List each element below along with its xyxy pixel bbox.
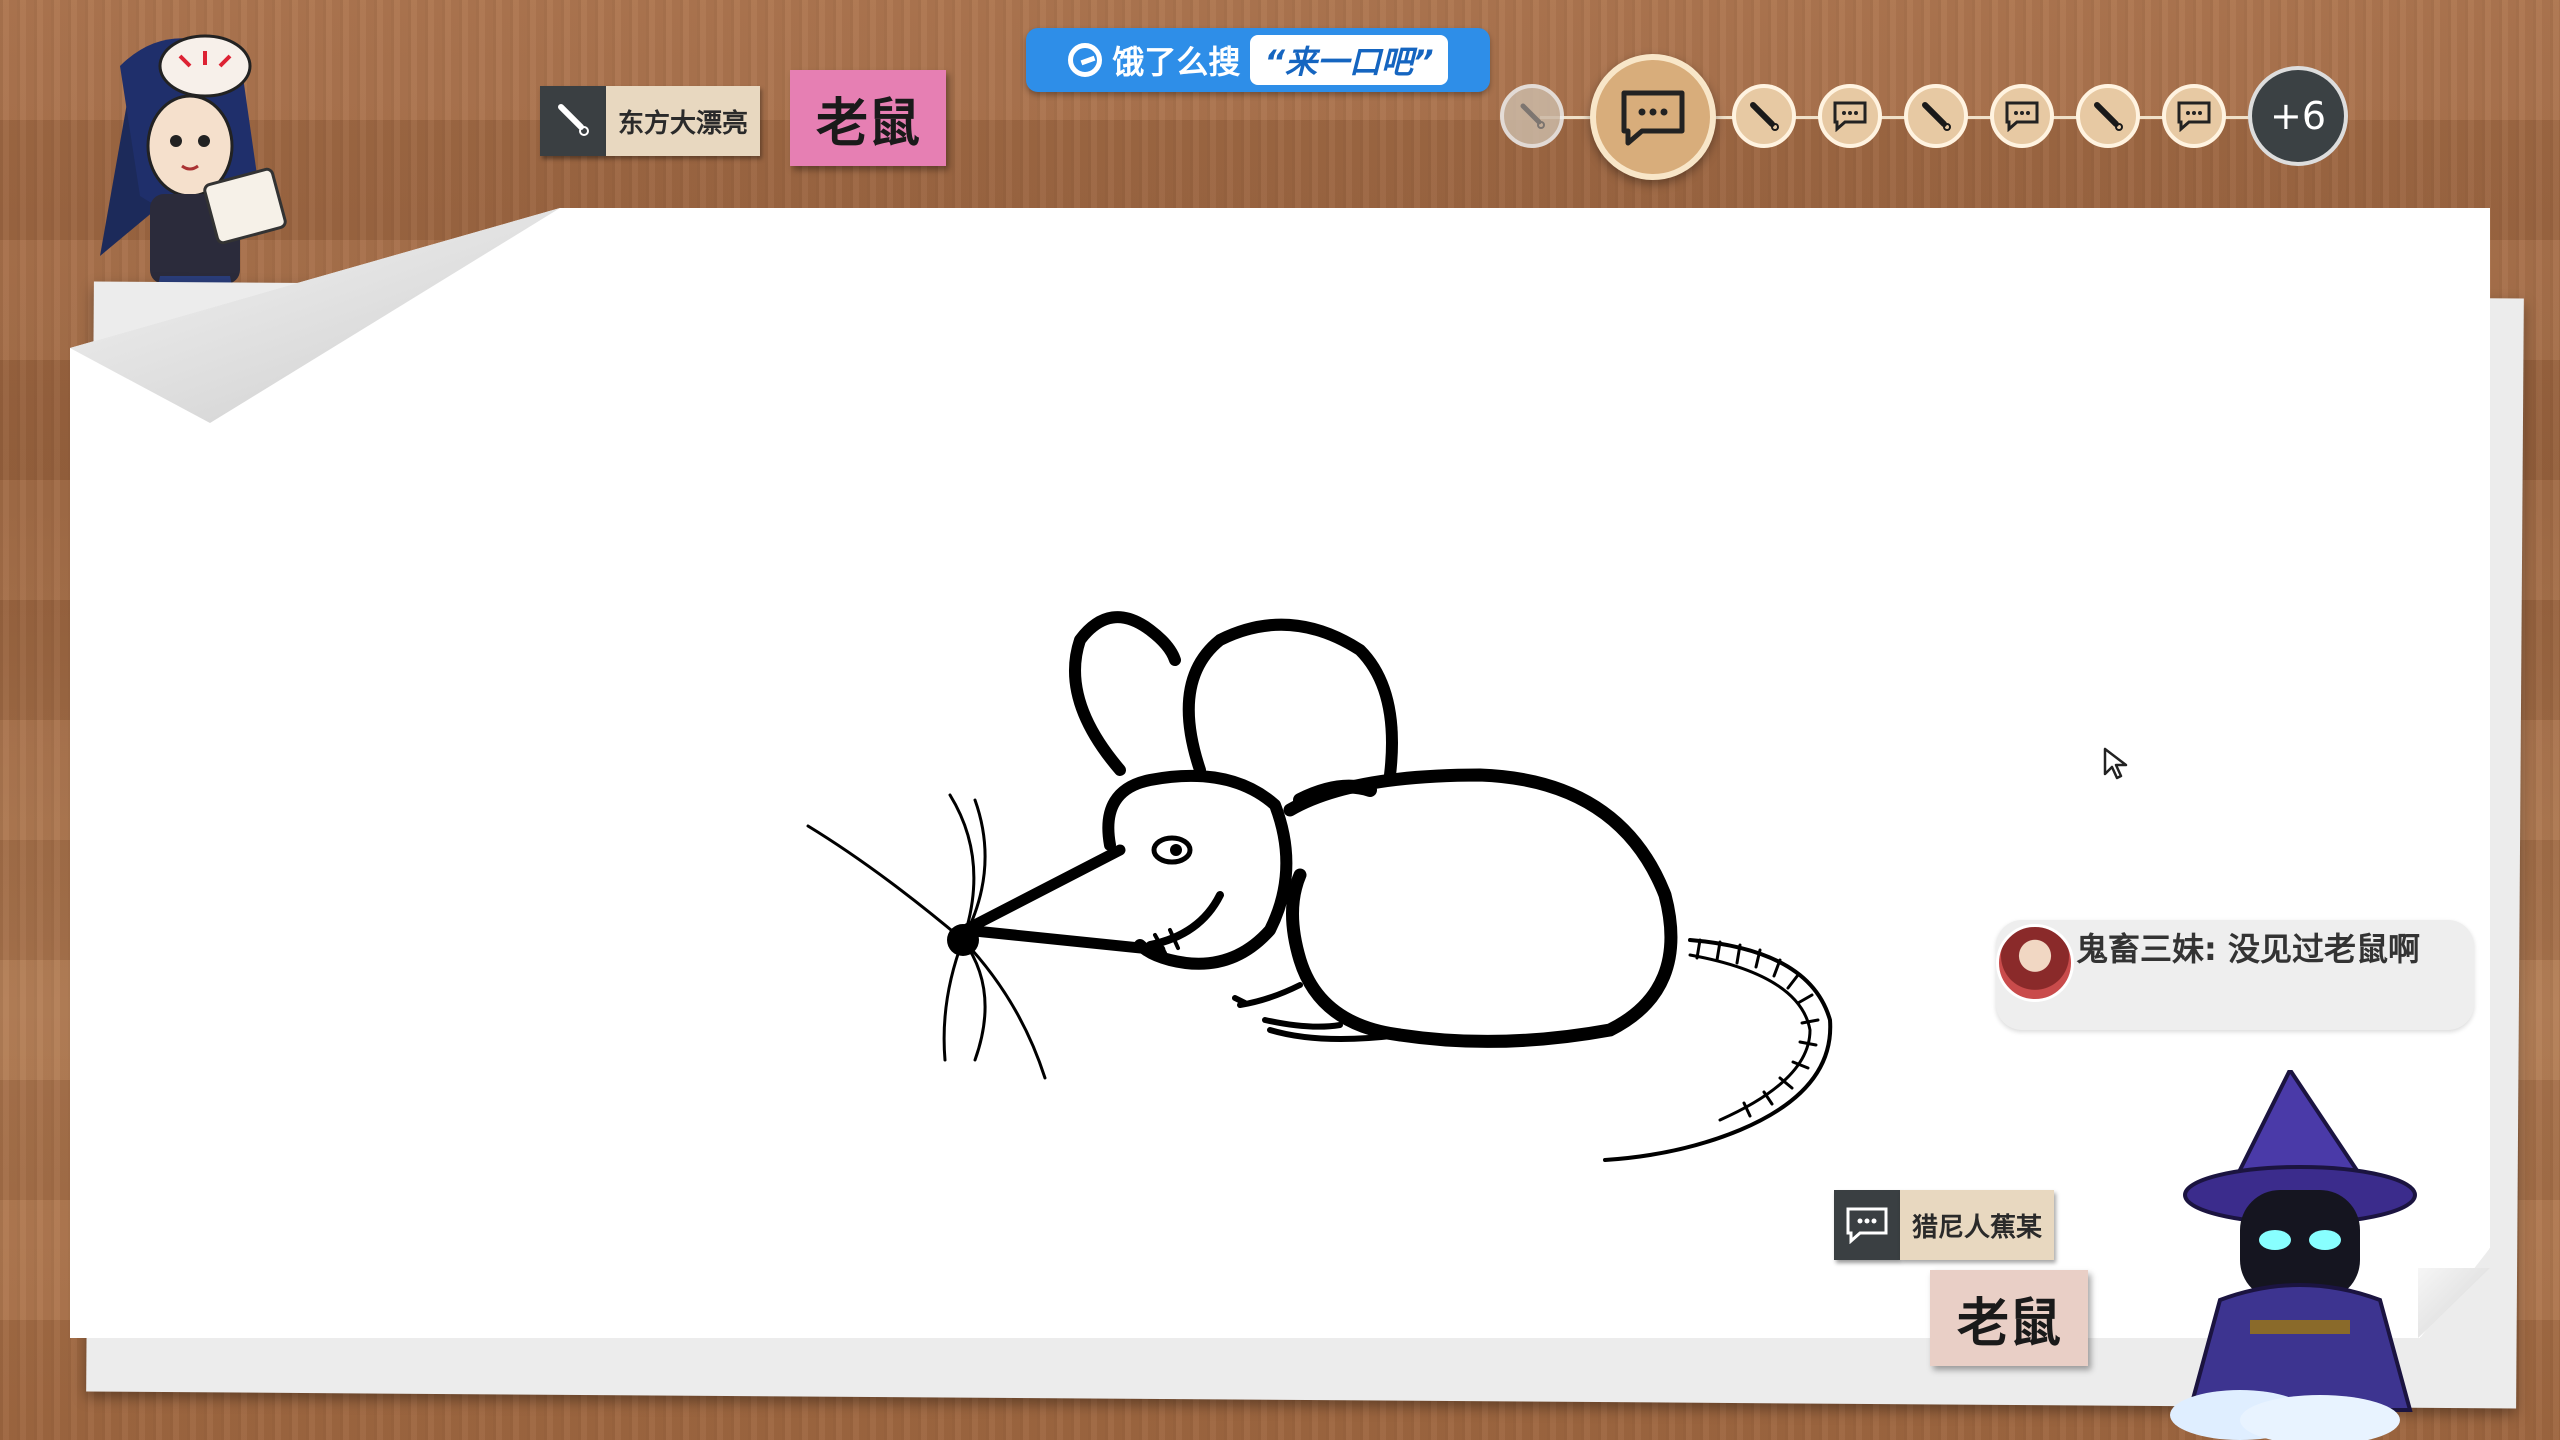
chat-icon xyxy=(2005,101,2039,132)
chat-icon xyxy=(1621,90,1685,146)
chat-icon xyxy=(1846,1207,1888,1244)
cursor-icon xyxy=(2103,747,2128,780)
player-node-brush[interactable] xyxy=(1904,84,1968,148)
brush-icon xyxy=(558,104,589,136)
ad-banner[interactable]: 饿了么搜 “来一口吧” xyxy=(1026,28,1490,92)
drawer-name: 东方大漂亮 xyxy=(606,86,761,156)
drawer-role-badge xyxy=(540,86,606,156)
eleme-logo-icon xyxy=(1068,43,1103,77)
player-node-chat[interactable] xyxy=(2162,84,2226,148)
chat-avatar xyxy=(1996,924,2074,1002)
more-players-button[interactable]: +6 xyxy=(2248,66,2348,166)
player-node-chat[interactable] xyxy=(1990,84,2054,148)
chat-message-content: 没见过老鼠啊 xyxy=(2227,930,2420,968)
guesser-character-avatar xyxy=(2170,1070,2417,1440)
player-turn-row: +6 xyxy=(1500,54,2360,180)
ad-brand-text: 饿了么搜 xyxy=(1112,43,1241,81)
chat-message-text: 鬼畜三妹: 没见过老鼠啊 xyxy=(2076,930,2456,968)
drawer-answer-word: 老鼠 xyxy=(790,70,946,166)
chat-message-bubble: 鬼畜三妹: 没见过老鼠啊 xyxy=(1996,920,2474,1030)
player-node-brush[interactable] xyxy=(1732,84,1796,148)
player-node-brush[interactable] xyxy=(2076,84,2140,148)
guesser-role-badge xyxy=(1834,1190,1900,1260)
guesser-answer-word: 老鼠 xyxy=(1930,1270,2088,1366)
player-node-chat[interactable] xyxy=(1818,84,1882,148)
chat-separator: : xyxy=(2204,930,2228,968)
ad-quote-text: “来一口吧” xyxy=(1250,35,1448,85)
chat-speaker-name: 鬼畜三妹 xyxy=(2076,930,2205,968)
chat-icon xyxy=(1833,101,1867,132)
brush-icon xyxy=(1922,102,1951,131)
guesser-name: 猎尼人蕉某 xyxy=(1900,1190,2055,1260)
player-node-current-chat[interactable] xyxy=(1590,54,1716,180)
brush-icon xyxy=(1520,103,1545,129)
brush-icon xyxy=(1750,102,1779,131)
chat-icon xyxy=(2177,101,2211,132)
brush-icon xyxy=(2094,102,2123,131)
player-node-brush[interactable] xyxy=(1500,84,1564,148)
